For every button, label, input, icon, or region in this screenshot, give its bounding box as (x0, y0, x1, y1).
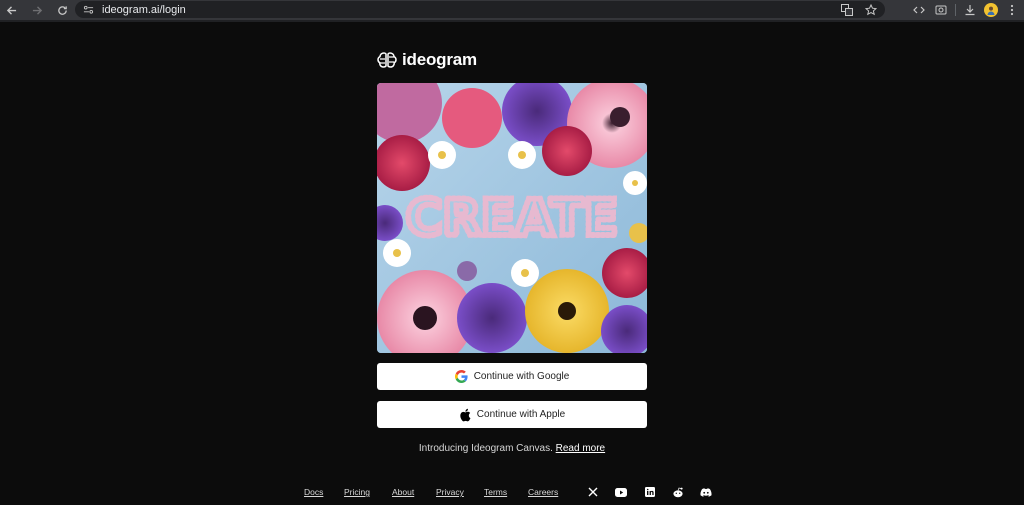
footer-link-terms[interactable]: Terms (484, 487, 507, 497)
footer-link-privacy[interactable]: Privacy (436, 487, 464, 497)
toolbar-divider (955, 4, 956, 16)
address-bar[interactable]: ideogram.ai/login (75, 1, 885, 18)
intro-message: Introducing Ideogram Canvas. (418, 443, 553, 454)
download-icon[interactable] (962, 2, 978, 18)
continue-with-apple-button[interactable]: Continue with Apple (377, 401, 647, 428)
code-icon[interactable] (911, 2, 927, 18)
chrome-border (0, 20, 1024, 22)
intro-text: Introducing Ideogram Canvas. Read more (377, 443, 647, 454)
url-text[interactable]: ideogram.ai/login (102, 4, 186, 16)
profile-avatar[interactable] (984, 3, 998, 17)
forward-arrow-icon[interactable] (28, 1, 46, 19)
screenshot-icon[interactable] (933, 2, 949, 18)
logo-text: ideogram (402, 50, 477, 69)
footer-link-about[interactable]: About (392, 487, 414, 497)
footer-link-careers[interactable]: Careers (528, 487, 558, 497)
ideogram-brain-icon (377, 52, 397, 68)
reddit-icon[interactable] (672, 486, 684, 498)
google-button-label: Continue with Google (473, 371, 570, 382)
bookmark-star-icon[interactable] (863, 2, 879, 18)
back-arrow-icon[interactable] (2, 1, 20, 19)
footer-link-docs[interactable]: Docs (304, 487, 323, 497)
browser-toolbar: ideogram.ai/login (0, 0, 1024, 20)
kebab-menu-icon[interactable] (1004, 2, 1020, 18)
hero-word: CREATE (406, 189, 618, 247)
hero-image: CREATE (377, 83, 647, 353)
ideogram-logo[interactable]: ideogram (377, 50, 477, 70)
apple-icon (460, 408, 471, 421)
translate-icon[interactable] (839, 2, 855, 18)
reload-icon[interactable] (53, 1, 71, 19)
site-info-icon[interactable] (81, 3, 95, 17)
x-icon[interactable] (587, 486, 599, 498)
google-icon (454, 370, 468, 383)
continue-with-google-button[interactable]: Continue with Google (377, 363, 647, 390)
youtube-icon[interactable] (615, 486, 627, 498)
linkedin-icon[interactable] (644, 486, 656, 498)
footer-link-pricing[interactable]: Pricing (344, 487, 370, 497)
read-more-link[interactable]: Read more (556, 443, 605, 454)
footer: Docs Pricing About Privacy Terms Careers (0, 487, 1024, 499)
discord-icon[interactable] (700, 486, 712, 498)
apple-button-label: Continue with Apple (476, 409, 566, 420)
